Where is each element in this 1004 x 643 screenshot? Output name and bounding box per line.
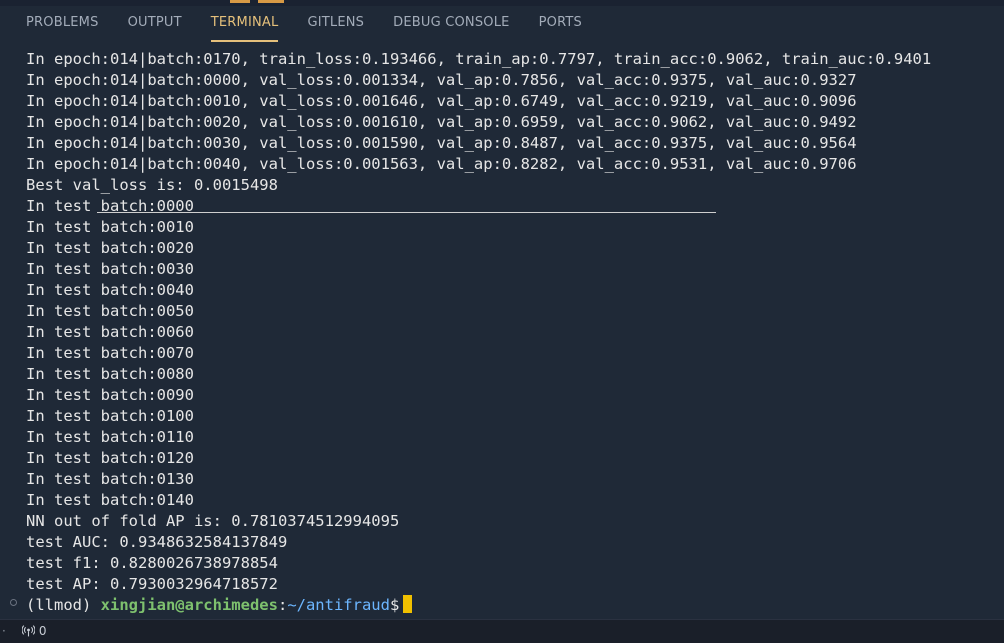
terminal-line: test f1: 0.8280026738978854 [26, 554, 278, 572]
shell-prompt[interactable]: (llmod) xingjian@archimedes:~/antifraud$ [26, 595, 413, 616]
terminal-line: Best val_loss is: 0.0015498 [26, 176, 278, 194]
terminal-line: NN out of fold AP is: 0.7810374512994095 [26, 512, 400, 530]
terminal-line: In epoch:014|batch:0000, val_loss:0.0013… [26, 71, 857, 89]
prompt-user-host: xingjian@archimedes [100, 596, 278, 614]
terminal-line: In test batch:0100 [26, 407, 194, 425]
command-decoration-icon[interactable] [10, 599, 17, 606]
broadcast-icon [21, 625, 36, 637]
terminal-line: In epoch:014|batch:0020, val_loss:0.0016… [26, 113, 857, 131]
terminal-line: In test batch:0010 [26, 218, 194, 236]
terminal-line: test AP: 0.7930032964718572 [26, 575, 278, 593]
decor-mark [258, 0, 284, 3]
terminal-line: In test batch:0000 [26, 197, 194, 215]
status-ports[interactable]: 0 [21, 624, 47, 638]
terminal-line: In test batch:0090 [26, 386, 194, 404]
ports-count: 0 [38, 624, 47, 638]
terminal-line: test AUC: 0.9348632584137849 [26, 533, 288, 551]
selection-underline [97, 212, 716, 213]
tab-ports[interactable]: PORTS [539, 6, 582, 42]
terminal-cursor [403, 595, 413, 613]
terminal-line: In test batch:0080 [26, 365, 194, 383]
terminal-line: In test batch:0070 [26, 344, 194, 362]
terminal-line: In epoch:014|batch:0040, val_loss:0.0015… [26, 155, 857, 173]
terminal-line: In test batch:0140 [26, 491, 194, 509]
terminal-line: In test batch:0110 [26, 428, 194, 446]
prompt-separator: : [277, 596, 288, 614]
status-edge-mark: · [2, 624, 6, 638]
terminal-output[interactable]: In epoch:014|batch:0170, train_loss:0.19… [0, 42, 1004, 619]
terminal-line: In epoch:014|batch:0170, train_loss:0.19… [26, 50, 932, 68]
terminal-line: In test batch:0020 [26, 239, 194, 257]
terminal-line: In epoch:014|batch:0030, val_loss:0.0015… [26, 134, 857, 152]
decor-mark [230, 0, 250, 3]
prompt-symbol: $ [389, 596, 400, 614]
prompt-path: ~/antifraud [287, 596, 390, 614]
terminal-line: In test batch:0060 [26, 323, 194, 341]
tab-output[interactable]: OUTPUT [128, 6, 182, 42]
terminal-line: In epoch:014|batch:0010, val_loss:0.0016… [26, 92, 857, 110]
tab-terminal[interactable]: TERMINAL [210, 6, 279, 42]
terminal-line: In test batch:0030 [26, 260, 194, 278]
tab-gitlens[interactable]: GITLENS [307, 6, 364, 42]
prompt-env: (llmod) [26, 596, 101, 614]
tab-problems[interactable]: PROBLEMS [26, 6, 99, 42]
status-bar: · 0 [0, 619, 1004, 643]
panel-tab-bar: PROBLEMS OUTPUT TERMINAL GITLENS DEBUG C… [0, 6, 1004, 42]
terminal-line: In test batch:0050 [26, 302, 194, 320]
terminal-line: In test batch:0040 [26, 281, 194, 299]
terminal-line: In test batch:0130 [26, 470, 194, 488]
tab-debug-console[interactable]: DEBUG CONSOLE [393, 6, 509, 42]
terminal-line: In test batch:0120 [26, 449, 194, 467]
